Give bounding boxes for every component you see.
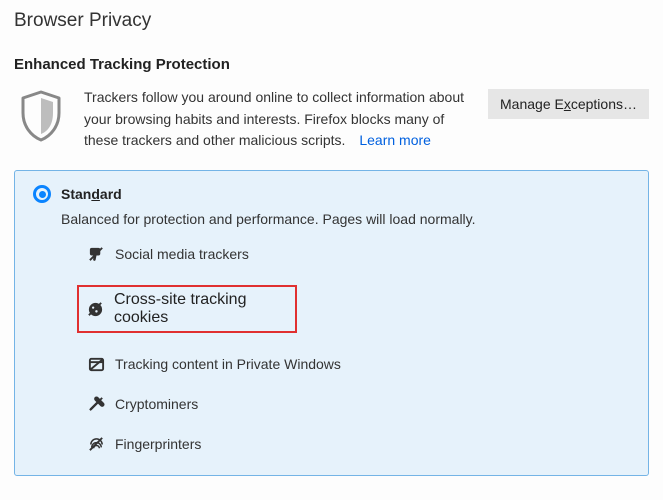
page-title: Browser Privacy xyxy=(14,10,649,32)
manage-exceptions-pre: Manage E xyxy=(500,96,564,112)
tracker-item-content: Tracking content in Private Windows xyxy=(87,355,630,373)
etp-description: Trackers follow you around online to col… xyxy=(84,87,472,152)
manage-exceptions-hotkey: x xyxy=(564,96,571,112)
standard-label-hotkey: d xyxy=(91,186,100,202)
standard-option-box[interactable]: Standard Balanced for protection and per… xyxy=(14,170,649,476)
fingerprint-icon xyxy=(87,435,105,453)
thumbs-down-icon xyxy=(87,245,105,263)
tracker-label: Cryptominers xyxy=(115,396,198,412)
cookie-icon xyxy=(87,300,104,318)
cryptominer-icon xyxy=(87,395,105,413)
standard-label: Standard xyxy=(61,186,122,202)
tracker-item-crypto: Cryptominers xyxy=(87,395,630,413)
radio-selected-icon[interactable] xyxy=(33,185,51,203)
shield-icon xyxy=(14,87,68,145)
tracker-label: Cross-site tracking cookies xyxy=(114,291,287,327)
etp-heading: Enhanced Tracking Protection xyxy=(14,56,649,73)
tracker-label: Social media trackers xyxy=(115,246,249,262)
learn-more-link[interactable]: Learn more xyxy=(359,132,431,148)
tracker-label: Fingerprinters xyxy=(115,436,201,452)
standard-label-post: ard xyxy=(100,186,122,202)
standard-description: Balanced for protection and performance.… xyxy=(61,211,630,227)
etp-header: Trackers follow you around online to col… xyxy=(14,87,649,152)
standard-radio-row[interactable]: Standard xyxy=(33,185,630,203)
tracker-item-finger: Fingerprinters xyxy=(87,435,630,453)
tracker-list: Social media trackers Cross-site trackin… xyxy=(87,245,630,453)
standard-label-pre: Stan xyxy=(61,186,91,202)
tracker-item-social: Social media trackers xyxy=(87,245,630,263)
tracker-label: Tracking content in Private Windows xyxy=(115,356,341,372)
window-blocked-icon xyxy=(87,355,105,373)
highlight-box-cookies: Cross-site tracking cookies xyxy=(77,285,297,333)
manage-exceptions-button[interactable]: Manage Exceptions… xyxy=(488,89,649,119)
manage-exceptions-post: ceptions… xyxy=(571,96,637,112)
